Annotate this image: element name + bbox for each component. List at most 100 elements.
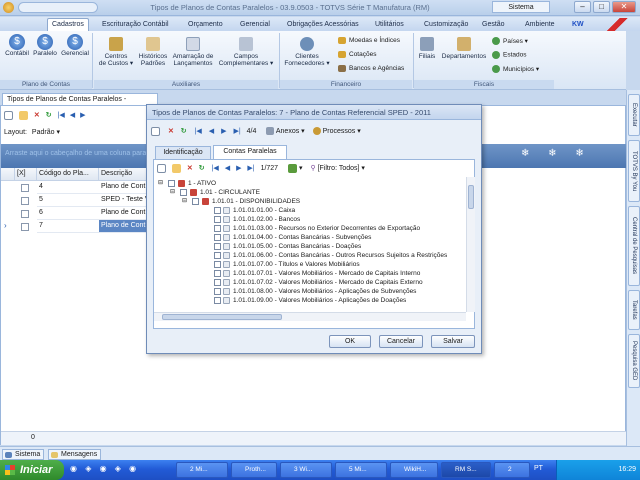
prev-record-icon[interactable]: ◀ bbox=[225, 165, 230, 172]
user-initials[interactable]: KW bbox=[568, 19, 588, 31]
collapse-icon[interactable]: ⊟ bbox=[170, 188, 175, 197]
dropdown-arrow-icon[interactable]: ▾ bbox=[359, 165, 365, 172]
system-selector[interactable]: Sistema bbox=[492, 1, 550, 13]
prev-record-icon[interactable]: ◀ bbox=[209, 128, 214, 135]
paises-button[interactable]: Países ▾ bbox=[492, 37, 550, 47]
tree-checkbox[interactable] bbox=[180, 189, 187, 196]
tree-node[interactable]: 1.01.01.08.00 - Valores Mobiliários - Ap… bbox=[214, 287, 464, 296]
tree-checkbox[interactable] bbox=[214, 279, 221, 286]
tab-identificacao[interactable]: Identificação bbox=[155, 146, 211, 159]
table-row[interactable]: 5 SPED - Teste V bbox=[1, 194, 159, 207]
processos-menu[interactable]: Processos bbox=[323, 128, 356, 135]
task-group-count[interactable]: 2 bbox=[494, 462, 530, 478]
dropdown-arrow-icon[interactable]: ▾ bbox=[355, 128, 361, 135]
quick-access-toolbar[interactable] bbox=[18, 2, 98, 13]
layout-select[interactable]: Padrão bbox=[32, 129, 55, 136]
contabil-button[interactable]: $ Contábil bbox=[4, 34, 30, 57]
vertical-scrollbar[interactable] bbox=[466, 177, 475, 312]
app-icon[interactable] bbox=[3, 2, 14, 13]
column-header-select[interactable]: [X] bbox=[15, 168, 37, 181]
gear-icon[interactable] bbox=[312, 127, 321, 136]
document-tab[interactable]: Tipos de Planos de Contas Paralelos - 03… bbox=[2, 93, 158, 114]
side-tab-pesquisa-ged[interactable]: Pesquisa GED bbox=[628, 334, 640, 388]
tree-node[interactable]: 1.01.01.03.00 - Recursos no Exterior Dec… bbox=[214, 224, 464, 233]
table-row-selected[interactable]: › 7 Plano de Cont bbox=[1, 220, 159, 233]
tree-node[interactable]: 1.01.01.02.00 - Bancos bbox=[214, 215, 464, 224]
tree-node[interactable]: ⊟ 1.01.01 - DISPONIBILIDADES bbox=[182, 197, 462, 206]
tab-gestao[interactable]: Gestão bbox=[478, 19, 509, 31]
task-2-mi[interactable]: 2 Mi... bbox=[176, 462, 228, 478]
new-icon[interactable] bbox=[157, 163, 166, 173]
tab-cadastros[interactable]: Cadastros bbox=[47, 18, 89, 31]
tree-checkbox[interactable] bbox=[168, 180, 175, 187]
collapse-icon[interactable]: ⊟ bbox=[158, 179, 163, 188]
dropdown-arrow-icon[interactable]: ▾ bbox=[299, 128, 305, 135]
task-proth[interactable]: Proth... bbox=[231, 462, 277, 478]
campos-complementares-button[interactable]: Campos Complementares ▾ bbox=[216, 37, 276, 67]
tree-checkbox[interactable] bbox=[214, 234, 221, 241]
refresh-icon[interactable]: ↻ bbox=[46, 112, 52, 119]
bottom-tab-sistema[interactable]: Sistema bbox=[2, 449, 45, 460]
bottom-tab-mensagens[interactable]: Mensagens bbox=[48, 449, 102, 460]
side-tab-executar[interactable]: Executar bbox=[628, 94, 640, 136]
task-5-mi[interactable]: 5 Mi... bbox=[335, 462, 387, 478]
tree-checkbox[interactable] bbox=[214, 207, 221, 214]
dropdown-arrow-icon[interactable]: ▾ bbox=[55, 129, 60, 136]
task-wikih[interactable]: WikiH... bbox=[390, 462, 438, 478]
tab-gerencial[interactable]: Gerencial bbox=[236, 19, 274, 31]
tree-node[interactable]: 1.01.01.07.01 - Valores Mobiliários - Me… bbox=[214, 269, 464, 278]
centros-de-custos-button[interactable]: Centros de Custos ▾ bbox=[96, 37, 136, 67]
tree-node[interactable]: 1.01.01.05.00 - Contas Bancárias - Doaçõ… bbox=[214, 242, 464, 251]
row-checkbox[interactable] bbox=[21, 184, 29, 192]
amarracao-lancamentos-button[interactable]: Amarração de Lançamentos bbox=[170, 37, 216, 67]
expand-tree-icon[interactable] bbox=[288, 163, 298, 173]
scroll-thumb[interactable] bbox=[162, 314, 282, 320]
edit-icon[interactable] bbox=[171, 163, 181, 173]
tab-orcamento[interactable]: Orçamento bbox=[184, 19, 227, 31]
first-record-icon[interactable]: |◀ bbox=[212, 165, 219, 172]
refresh-icon[interactable]: ↻ bbox=[199, 165, 205, 172]
paralelo-button[interactable]: $ Paralelo bbox=[32, 34, 58, 57]
tree-checkbox[interactable] bbox=[214, 243, 221, 250]
tree-checkbox[interactable] bbox=[214, 297, 221, 304]
tree-node[interactable]: 1.01.01.06.00 - Contas Bancárias - Outro… bbox=[214, 251, 464, 260]
start-button[interactable]: Iniciar bbox=[0, 460, 64, 480]
prev-record-icon[interactable]: ◀ bbox=[70, 112, 75, 119]
language-indicator[interactable]: PT bbox=[534, 465, 543, 472]
paperclip-icon[interactable] bbox=[266, 127, 275, 136]
tab-ambiente[interactable]: Ambiente bbox=[521, 19, 559, 31]
tree-checkbox[interactable] bbox=[214, 270, 221, 277]
last-record-icon[interactable]: ▶| bbox=[233, 128, 240, 135]
historicos-padroes-button[interactable]: Históricos Padrões bbox=[136, 37, 170, 67]
delete-icon[interactable]: ✕ bbox=[187, 165, 193, 172]
tree-node[interactable]: ⊟ 1.01 - CIRCULANTE bbox=[170, 188, 460, 197]
municipios-button[interactable]: Municípios ▾ bbox=[492, 65, 550, 75]
table-row[interactable]: 6 Plano de Cont bbox=[1, 207, 159, 220]
filiais-button[interactable]: Filiais bbox=[416, 37, 438, 60]
tree-node[interactable]: 1.01.01.07.00 - Títulos e Valores Mobili… bbox=[214, 260, 464, 269]
tab-obrigacoes[interactable]: Obrigações Acessórias bbox=[283, 19, 363, 31]
collapse-icon[interactable]: ⊟ bbox=[182, 197, 187, 206]
tree-checkbox[interactable] bbox=[214, 288, 221, 295]
dropdown-arrow-icon[interactable]: ▾ bbox=[297, 165, 303, 172]
refresh-icon[interactable]: ↻ bbox=[181, 128, 187, 135]
tree-node[interactable]: 1.01.01.09.00 - Valores Mobiliários - Ap… bbox=[214, 296, 464, 305]
delete-icon[interactable]: ✕ bbox=[168, 128, 174, 135]
row-checkbox[interactable] bbox=[21, 210, 29, 218]
tree-node[interactable]: ⊟ 1 - ATIVO bbox=[158, 179, 458, 188]
tree-checkbox[interactable] bbox=[214, 252, 221, 259]
first-record-icon[interactable]: |◀ bbox=[195, 128, 202, 135]
minimize-button[interactable]: – bbox=[574, 1, 591, 13]
edit-icon[interactable] bbox=[18, 110, 28, 120]
next-record-icon[interactable]: ▶ bbox=[236, 165, 241, 172]
cancel-button[interactable]: Cancelar bbox=[379, 335, 423, 348]
tree-node[interactable]: 1.01.01.04.00 - Contas Bancárias - Subve… bbox=[214, 233, 464, 242]
tree-checkbox[interactable] bbox=[214, 225, 221, 232]
tree-node[interactable]: 1.01.01.01.00 - Caixa bbox=[214, 206, 464, 215]
tab-utilitarios[interactable]: Utilitários bbox=[371, 19, 408, 31]
tree-node[interactable]: 1.01.01.07.02 - Valores Mobiliários - Me… bbox=[214, 278, 464, 287]
ok-button[interactable]: OK bbox=[329, 335, 371, 348]
filter-icon[interactable]: ⚲ bbox=[310, 165, 315, 172]
departamentos-button[interactable]: Departamentos bbox=[440, 37, 488, 60]
save-button[interactable]: Salvar bbox=[431, 335, 475, 348]
